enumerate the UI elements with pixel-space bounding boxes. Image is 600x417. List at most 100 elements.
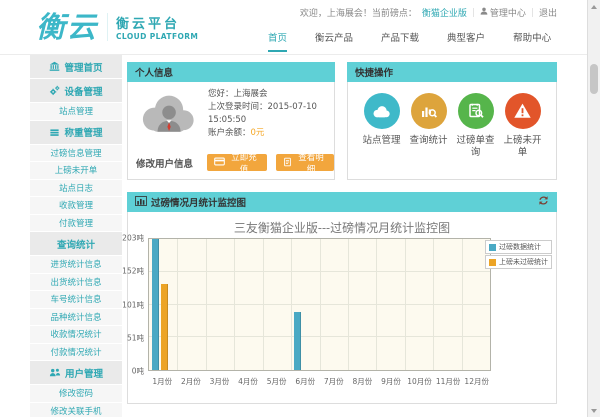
gridline — [462, 239, 463, 370]
nav-tab[interactable]: 典型客户 — [447, 30, 485, 52]
x-axis-tick-label: 2月份 — [181, 376, 201, 387]
sidebar-item[interactable]: 车号统计信息 — [30, 291, 122, 309]
welcome-bar: 欢迎，上海展会！当前磅点： 衡猫企业版 | 管理中心 | 退出 — [300, 6, 557, 19]
sidebar-item[interactable]: 品种统计信息 — [30, 309, 122, 327]
sidebar-item-label: 用户管理 — [65, 366, 103, 380]
x-axis-tick-label: 7月份 — [324, 376, 344, 387]
view-details-button-label: 查看明细 — [295, 151, 327, 175]
sidebar-item-label: 上磅未开单 — [55, 164, 98, 176]
scrollbar-up-arrow-icon[interactable] — [588, 1, 600, 12]
legend-swatch — [489, 244, 496, 251]
chart-panel-header: 过磅情况月统计监控图 — [127, 192, 557, 212]
balance-line: 账户余额：0元 — [208, 127, 317, 140]
nav-tab[interactable]: 衡云产品 — [315, 30, 353, 52]
chart-bar — [294, 312, 301, 370]
quick-action-label: 过磅单查询 — [452, 135, 499, 159]
x-axis-tick-label: 9月份 — [381, 376, 401, 387]
quick-actions: 站点管理查询统计过磅单查询上磅未开单 — [348, 82, 556, 159]
legend-swatch — [489, 259, 496, 266]
sidebar-item-label: 收款管理 — [59, 199, 93, 211]
sidebar-item[interactable]: 进货统计信息 — [30, 256, 122, 274]
sidebar-item[interactable]: 上磅未开单 — [30, 162, 122, 180]
sidebar-item-label: 称重管理 — [64, 125, 102, 139]
sidebar-item-label: 付款管理 — [59, 217, 93, 229]
y-axis-tick-label: 0吨 — [132, 366, 144, 377]
sidebar-item-label: 站点管理 — [59, 105, 93, 117]
sidebar-item[interactable]: 收款管理 — [30, 197, 122, 215]
quick-panel-title: 快捷操作 — [355, 65, 393, 79]
edit-user-link[interactable]: 修改用户信息 — [136, 156, 193, 170]
y-axis-tick-label: 101吨 — [122, 299, 144, 310]
view-details-button[interactable]: 查看明细 — [276, 154, 334, 171]
quick-action[interactable]: 站点管理 — [358, 93, 405, 159]
quick-panel-header: 快捷操作 — [347, 62, 557, 82]
profile-panel-title: 个人信息 — [135, 65, 173, 79]
logo-symbol: 衡云 — [36, 12, 98, 42]
quick-action[interactable]: 过磅单查询 — [452, 93, 499, 159]
chart-plot-area — [148, 238, 491, 371]
sidebar-section-header[interactable]: 用户管理 — [30, 361, 122, 385]
chart-panel: 过磅情况月统计监控图 三友衡猫企业版---过磅情况月统计监控图 0吨51吨101… — [127, 192, 557, 404]
scrollbar[interactable] — [587, 0, 600, 417]
sidebar-section-header[interactable]: 称重管理 — [30, 121, 122, 145]
gridline — [263, 239, 264, 370]
sidebar-item[interactable]: 修改关联手机 — [30, 403, 122, 417]
document-icon — [283, 157, 292, 169]
profile-panel-body: 修改用户信息 您好：上海展会 上次登录时间：2015-07-10 15:05:5… — [127, 82, 335, 180]
x-axis-tick-label: 11月份 — [436, 376, 461, 387]
sidebar-item[interactable]: 站点日志 — [30, 180, 122, 198]
nav-tab[interactable]: 首页 — [268, 30, 287, 52]
welcome-text: 欢迎，上海展会！当前磅点： — [300, 6, 417, 19]
sidebar-item-label: 站点日志 — [59, 182, 93, 194]
sidebar-item-label: 修改密码 — [59, 387, 93, 399]
legend-item: 过磅数据统计 — [485, 240, 552, 254]
bar-chart-icon — [135, 196, 147, 209]
quick-action[interactable]: 查询统计 — [405, 93, 452, 159]
y-axis-labels: 0吨51吨101吨152吨203吨 — [128, 238, 146, 371]
x-axis-tick-label: 1月份 — [152, 376, 172, 387]
admin-center-label: 管理中心 — [490, 6, 526, 19]
quick-actions-panel: 快捷操作 站点管理查询统计过磅单查询上磅未开单 — [347, 62, 557, 180]
recharge-button[interactable]: 立即充值 — [207, 154, 267, 171]
chart-title: 三友衡猫企业版---过磅情况月统计监控图 — [128, 219, 556, 236]
last-login-date: 2015-07-10 — [268, 102, 317, 112]
quick-panel-body: 站点管理查询统计过磅单查询上磅未开单 — [347, 82, 557, 180]
sidebar-item-label: 查询统计 — [57, 237, 95, 251]
person-icon — [480, 7, 488, 18]
quick-action-label: 查询统计 — [409, 135, 447, 147]
sidebar-item[interactable]: 过磅信息管理 — [30, 145, 122, 163]
sidebar-section-header[interactable]: 管理首页 — [30, 55, 122, 79]
sidebar-item[interactable]: 收款情况统计 — [30, 326, 122, 344]
cloud-icon — [364, 93, 400, 129]
admin-center-link[interactable]: 管理中心 — [480, 6, 526, 19]
logout-link[interactable]: 退出 — [539, 6, 557, 19]
sidebar-item[interactable]: 修改密码 — [30, 385, 122, 403]
gridline — [376, 239, 377, 370]
quick-action[interactable]: 上磅未开单 — [499, 93, 546, 159]
scrollbar-down-arrow-icon[interactable] — [588, 405, 600, 416]
sidebar-item-label: 出货统计信息 — [50, 276, 101, 288]
sidebar-item[interactable]: 站点管理 — [30, 103, 122, 121]
chart-bar — [152, 239, 159, 370]
sidebar-item[interactable]: 付款管理 — [30, 215, 122, 233]
sidebar-item-label: 品种统计信息 — [50, 311, 101, 323]
legend-item: 上磅未过磅统计 — [485, 255, 552, 269]
sidebar-item-label: 付款情况统计 — [50, 346, 101, 358]
gridline — [234, 239, 235, 370]
scrollbar-thumb[interactable] — [590, 64, 598, 94]
gear-icon — [49, 85, 60, 96]
account-link[interactable]: 衡猫企业版 — [422, 6, 467, 19]
gridline — [291, 239, 292, 370]
refresh-button[interactable] — [538, 195, 549, 209]
sidebar-section-header[interactable]: 设备管理 — [30, 79, 122, 103]
main-nav: 首页 衡云产品 产品下载 典型客户 帮助中心 — [268, 30, 551, 52]
sidebar-item[interactable]: 付款情况统计 — [30, 344, 122, 362]
sidebar: 管理首页设备管理站点管理称重管理过磅信息管理上磅未开单站点日志收款管理付款管理查… — [30, 55, 122, 417]
chart-legend: 过磅数据统计上磅未过磅统计 — [485, 240, 552, 269]
nav-tab[interactable]: 帮助中心 — [513, 30, 551, 52]
sidebar-section-header[interactable]: 查询统计 — [30, 232, 122, 256]
x-axis-tick-label: 6月份 — [295, 376, 315, 387]
profile-buttons: 立即充值 查看明细 — [207, 154, 334, 171]
sidebar-item[interactable]: 出货统计信息 — [30, 274, 122, 292]
nav-tab[interactable]: 产品下载 — [381, 30, 419, 52]
